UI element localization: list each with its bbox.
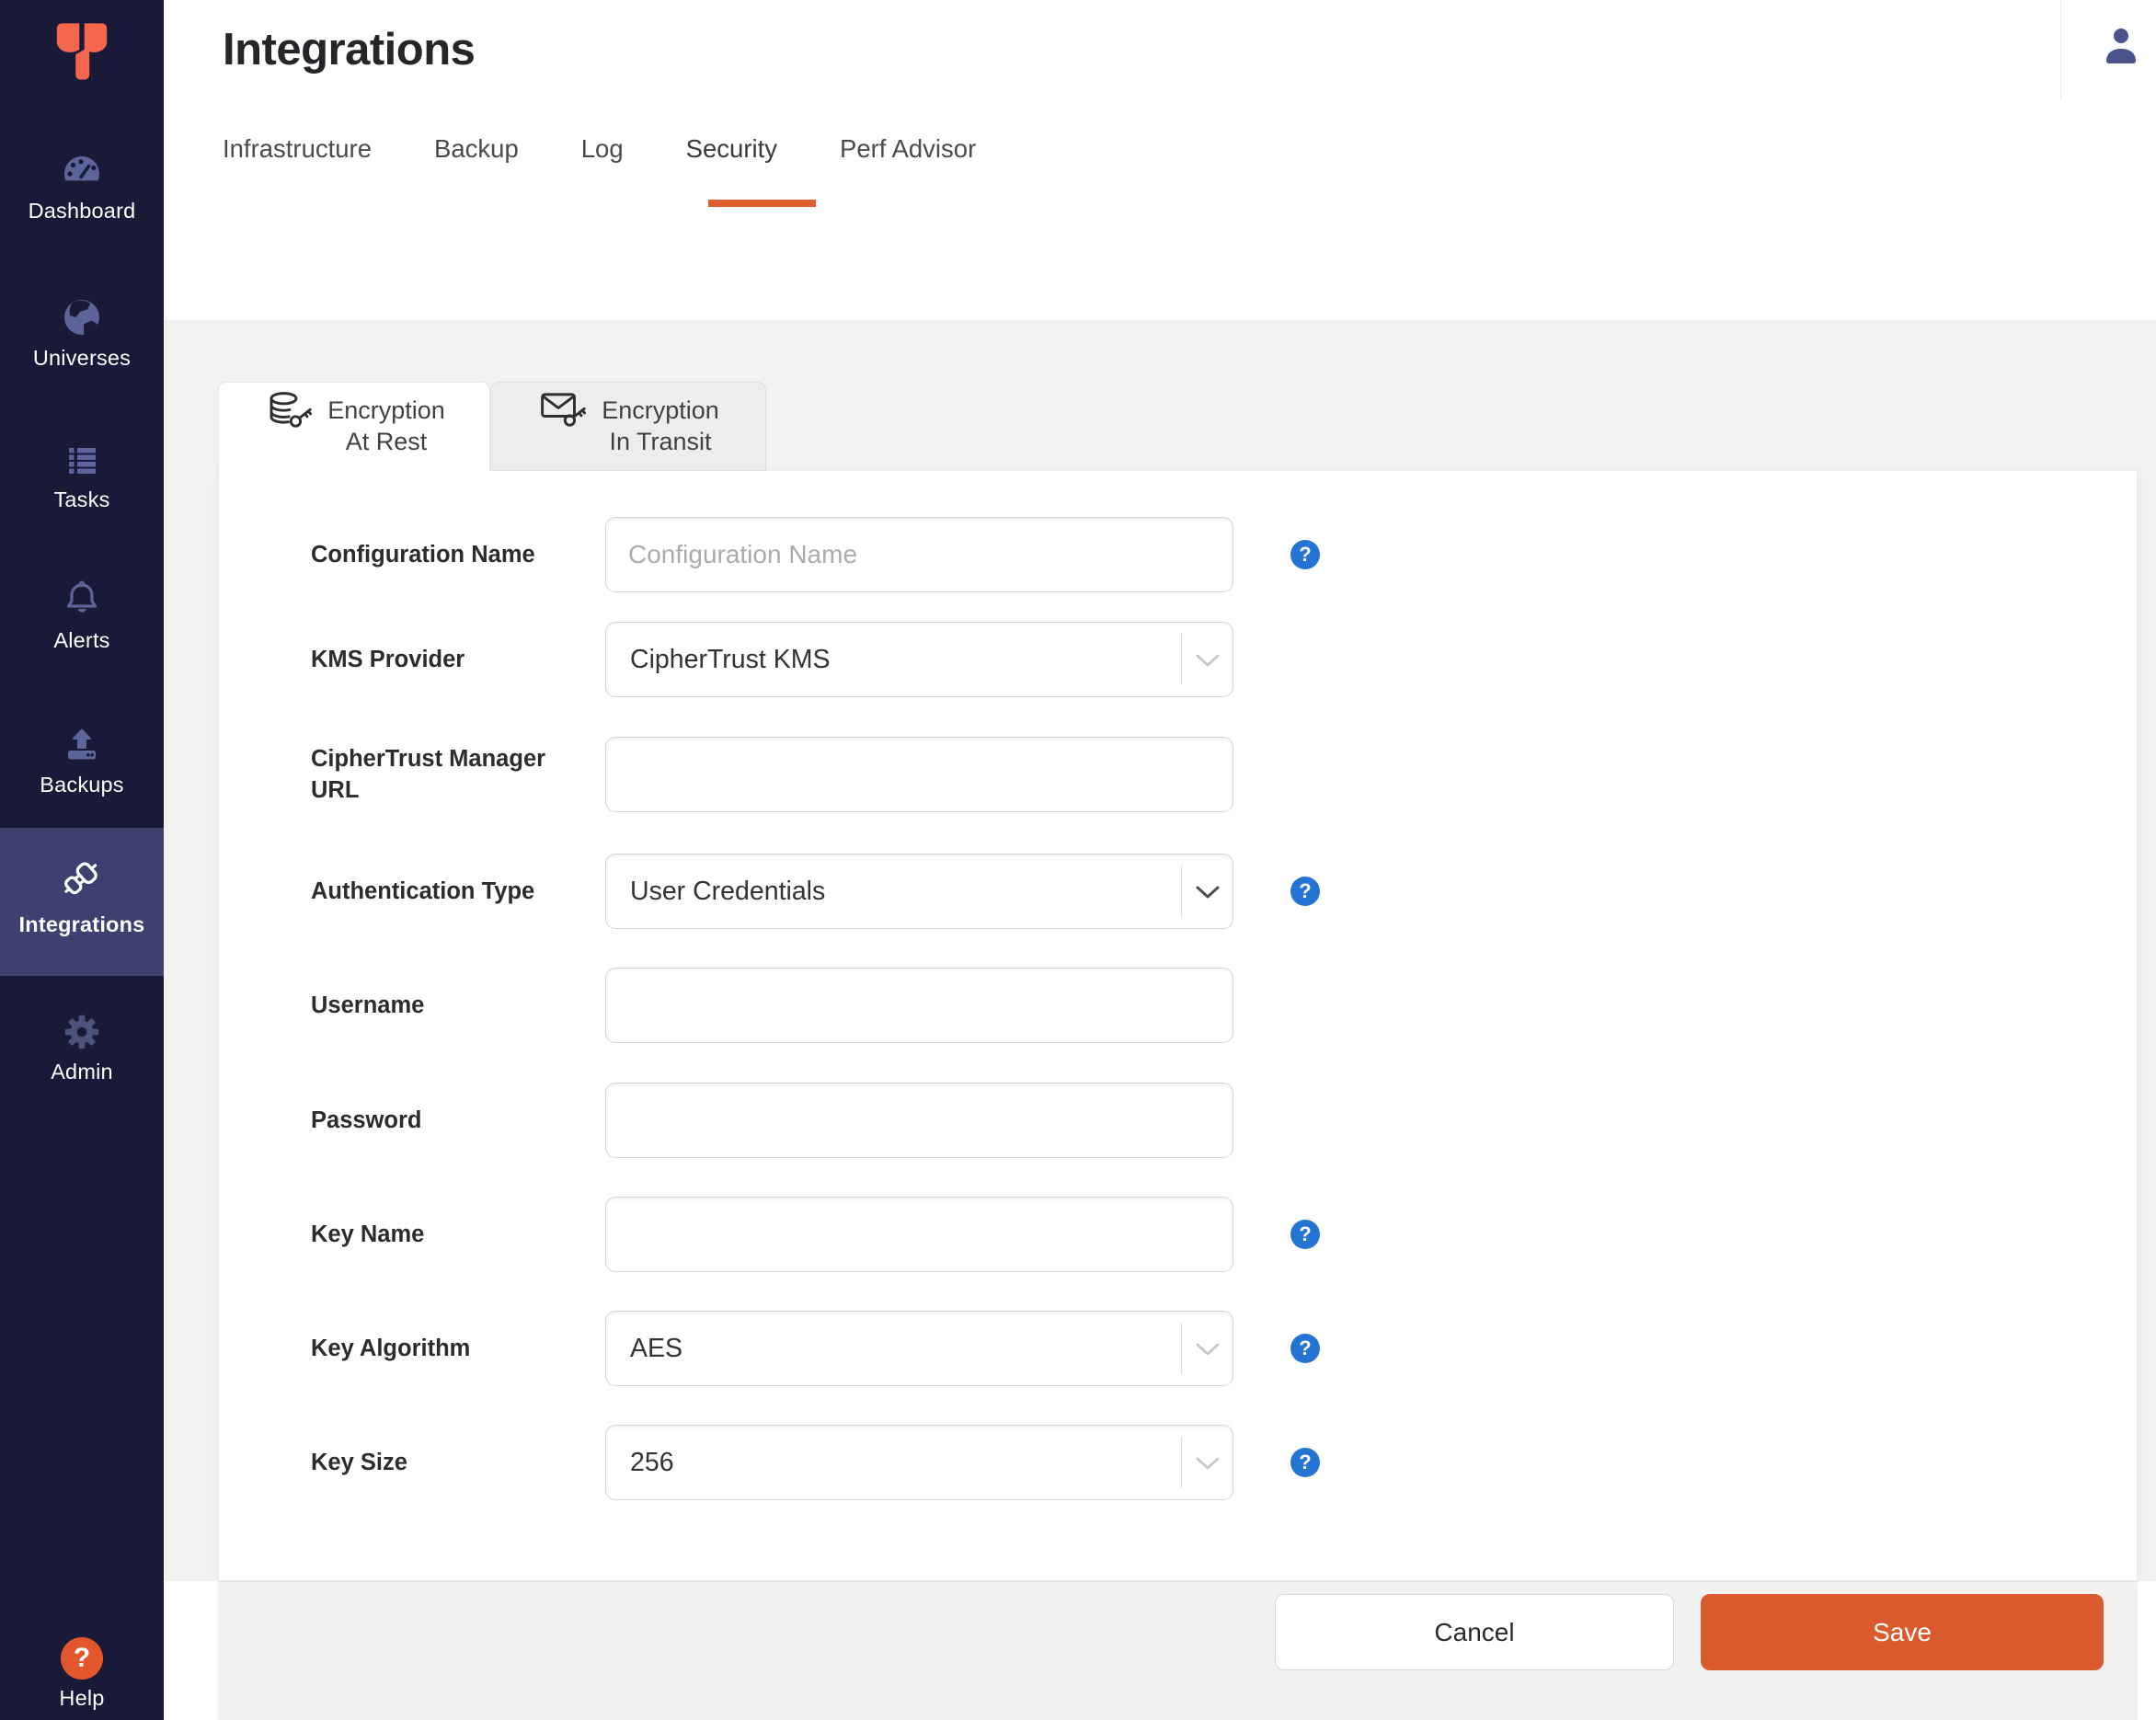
mail-key-icon <box>541 393 587 427</box>
sidebar-item-label: Backups <box>40 773 124 797</box>
bell-icon <box>66 580 97 613</box>
help-icon[interactable]: ? <box>1290 877 1320 906</box>
sidebar-item-label: Integrations <box>18 912 145 936</box>
sidebar-item-admin[interactable]: Admin <box>0 1011 164 1084</box>
sidebar-item-label: Universes <box>32 346 132 370</box>
tab-security[interactable]: Security <box>686 134 777 164</box>
tab-backup[interactable]: Backup <box>434 134 519 164</box>
sidebar-item-label: Admin <box>51 1060 113 1084</box>
password-input[interactable] <box>605 1083 1233 1158</box>
sidebar-item-integrations[interactable]: Integrations <box>0 828 164 976</box>
sidebar-item-label: Alerts <box>53 628 110 652</box>
ciphertrust-manager-url-input[interactable] <box>605 737 1233 812</box>
chevron-down-icon <box>1196 1343 1220 1356</box>
field-label: CipherTrust Manager URL <box>311 745 546 803</box>
tab-encryption-at-rest[interactable]: Encryption At Rest <box>218 382 490 471</box>
form-footer: Cancel Save <box>218 1581 2138 1720</box>
dashboard-icon <box>64 156 100 181</box>
encryption-tab-label: Encryption At Rest <box>327 396 445 455</box>
help-icon[interactable]: ? <box>1290 540 1320 569</box>
page-title: Integrations <box>223 25 476 75</box>
sidebar-item-label: Help <box>59 1686 105 1710</box>
field-label: Key Size <box>311 1449 407 1475</box>
chevron-down-icon <box>1196 886 1220 899</box>
form-row-password: Password <box>219 1083 2139 1158</box>
form-row-username: Username <box>219 968 2139 1043</box>
field-label: Password <box>311 1107 422 1133</box>
field-label: Username <box>311 992 425 1018</box>
yugabyte-logo[interactable] <box>51 20 113 86</box>
encryption-tab-label: Encryption In Transit <box>602 396 719 455</box>
key-size-select[interactable]: 256 <box>605 1425 1233 1500</box>
plug-icon <box>64 862 97 895</box>
sidebar-item-dashboard[interactable]: Dashboard <box>0 148 164 224</box>
save-button[interactable]: Save <box>1701 1594 2104 1670</box>
tab-infrastructure[interactable]: Infrastructure <box>223 134 372 164</box>
key-algorithm-select[interactable]: AES <box>605 1311 1233 1386</box>
help-icon[interactable]: ? <box>1290 1220 1320 1249</box>
form-row-key-size: Key Size 256 ? <box>219 1425 2139 1500</box>
field-label: Key Name <box>311 1221 425 1247</box>
form-row-authentication-type: Authentication Type User Credentials ? <box>219 854 2139 929</box>
sidebar-item-label: Tasks <box>53 487 110 511</box>
sidebar-item-label: Dashboard <box>28 199 136 223</box>
help-question-icon: ? <box>61 1637 103 1680</box>
tab-log[interactable]: Log <box>581 134 624 164</box>
tab-encryption-in-transit[interactable]: Encryption In Transit <box>490 382 766 471</box>
form-row-kms-provider: KMS Provider CipherTrust KMS <box>219 622 2139 697</box>
sidebar-item-tasks[interactable]: Tasks <box>0 437 164 512</box>
configuration-name-input[interactable] <box>605 517 1233 592</box>
help-icon[interactable]: ? <box>1290 1448 1320 1477</box>
form-row-key-algorithm: Key Algorithm AES ? <box>219 1311 2139 1386</box>
field-label: Authentication Type <box>311 877 535 904</box>
chevron-down-icon <box>1196 654 1220 667</box>
user-avatar-icon <box>2106 29 2136 63</box>
sidebar-item-alerts[interactable]: Alerts <box>0 578 164 653</box>
user-menu[interactable] <box>2099 24 2156 68</box>
form-row-configuration-name: Configuration Name ? <box>219 517 2139 592</box>
kms-provider-select[interactable]: CipherTrust KMS <box>605 622 1233 697</box>
globe-icon <box>64 300 99 335</box>
form-row-ciphertrust-manager-url: CipherTrust Manager URL <box>219 737 2139 812</box>
field-label: KMS Provider <box>311 646 465 672</box>
gear-icon <box>64 1015 99 1049</box>
cancel-button[interactable]: Cancel <box>1275 1594 1674 1670</box>
section-tabs: Infrastructure Backup Log Security Perf … <box>223 134 976 164</box>
username-input[interactable] <box>605 968 1233 1043</box>
form-row-key-name: Key Name ? <box>219 1197 2139 1272</box>
active-tab-underline <box>708 200 816 207</box>
sidebar: Dashboard Universes Tasks Alerts Backups… <box>0 0 164 1720</box>
task-list-icon <box>69 448 96 474</box>
backup-upload-icon <box>68 728 96 760</box>
tab-perf-advisor[interactable]: Perf Advisor <box>840 134 976 164</box>
encryption-at-rest-form: Configuration Name ? KMS Provider Cipher… <box>218 470 2138 1581</box>
sidebar-item-backups[interactable]: Backups <box>0 722 164 797</box>
field-label: Key Algorithm <box>311 1335 471 1361</box>
help-icon[interactable]: ? <box>1290 1334 1320 1363</box>
page-header: Integrations Infrastructure Backup Log S… <box>164 0 2156 320</box>
authentication-type-select[interactable]: User Credentials <box>605 854 1233 929</box>
sidebar-item-help[interactable]: ? Help <box>0 1637 164 1711</box>
key-name-input[interactable] <box>605 1197 1233 1272</box>
database-key-icon <box>270 391 313 428</box>
sidebar-item-universes[interactable]: Universes <box>0 295 164 371</box>
chevron-down-icon <box>1196 1457 1220 1470</box>
field-label: Configuration Name <box>311 541 535 568</box>
header-divider <box>2060 0 2061 99</box>
